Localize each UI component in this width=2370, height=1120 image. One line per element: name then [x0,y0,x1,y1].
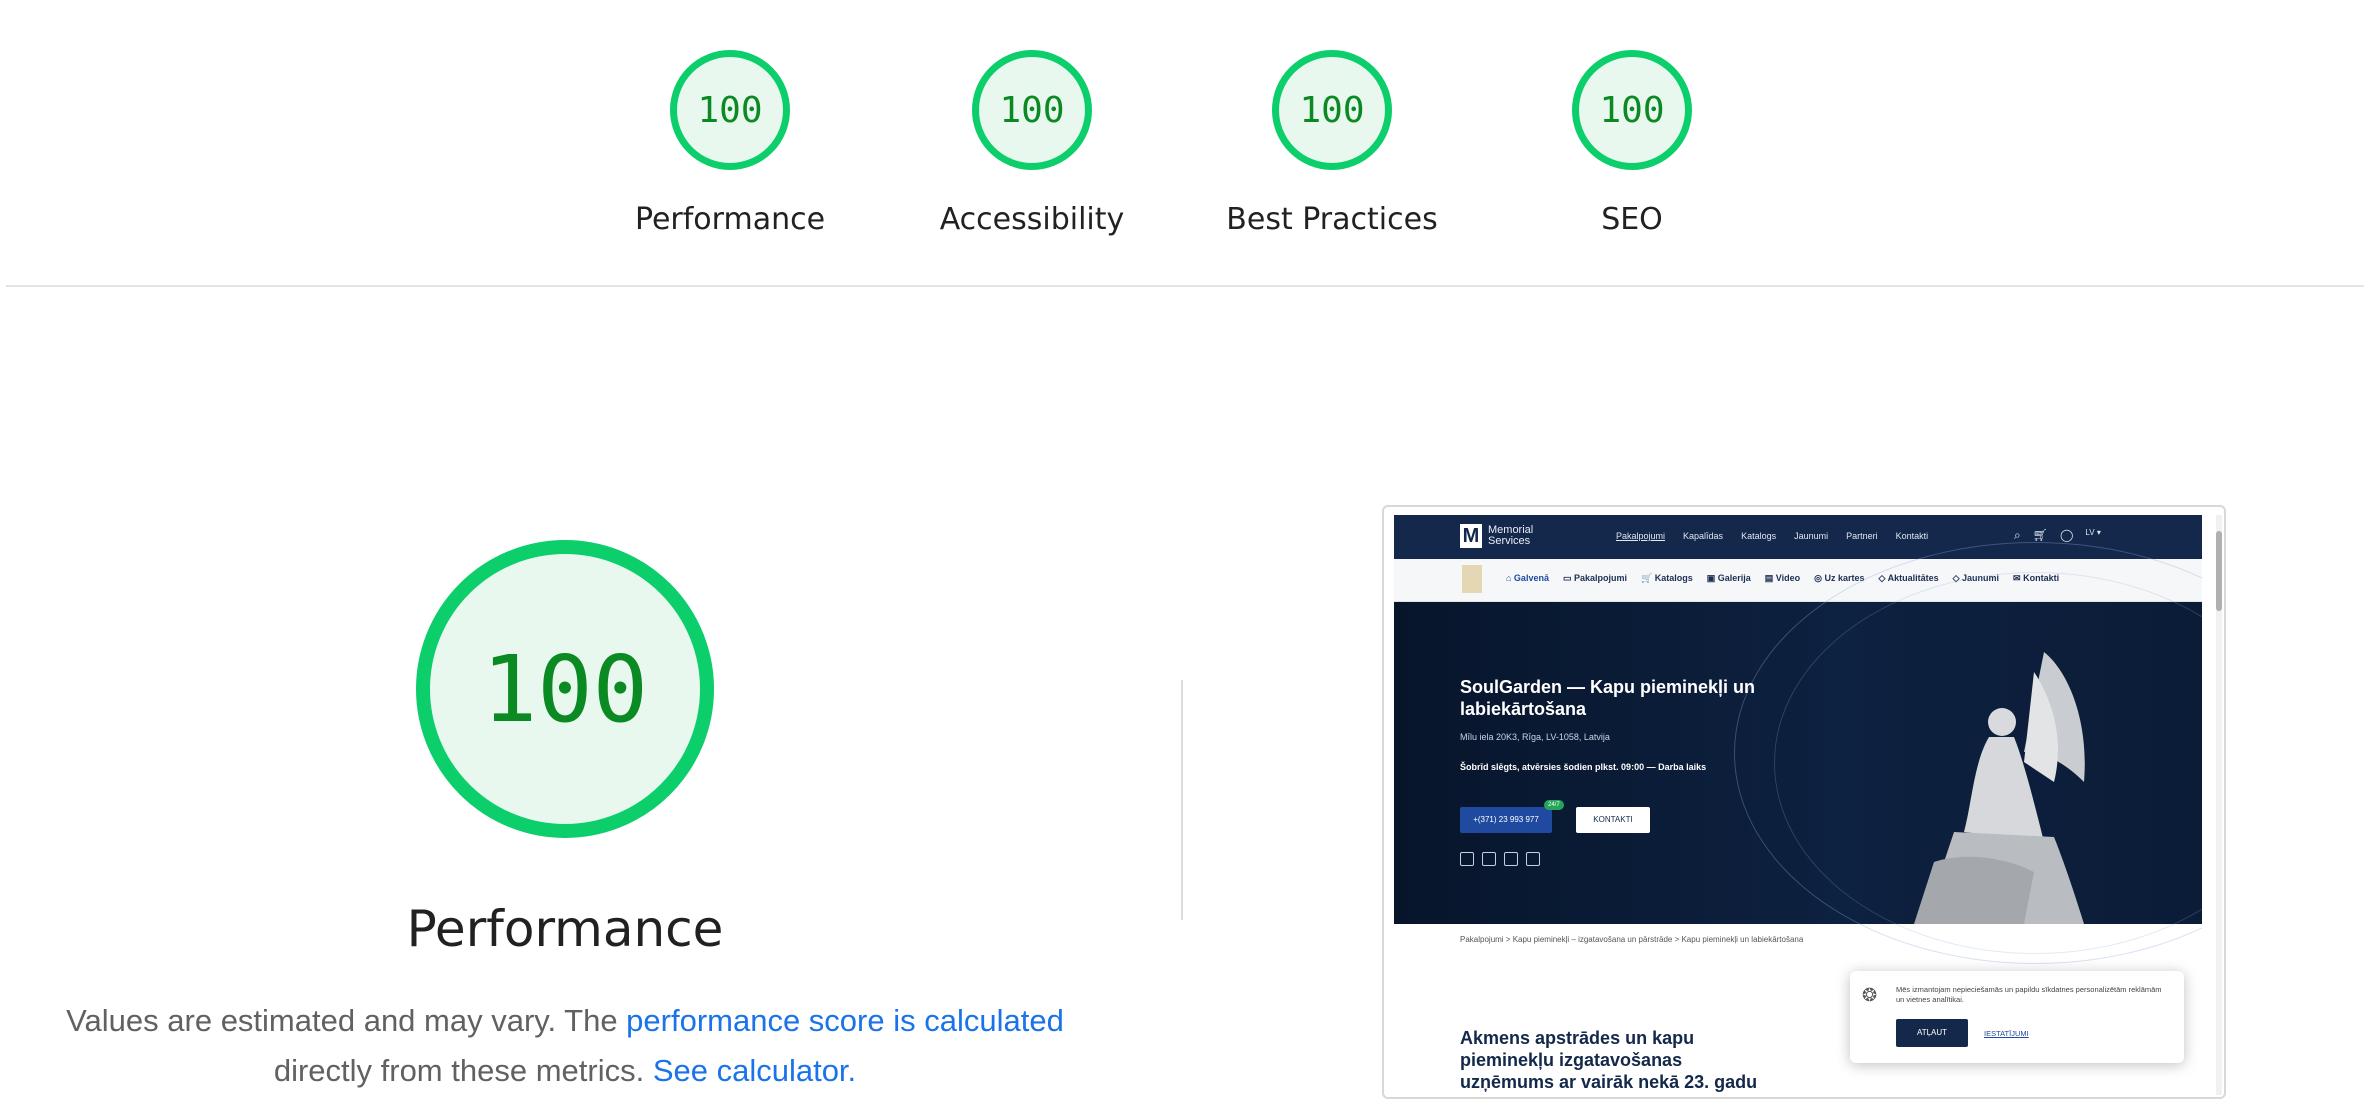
hero-address: Mīlu iela 20K3, Rīga, LV-1058, Latvija [1460,732,1610,742]
social-icon [1526,852,1540,866]
sub-nav-item: ▣ Galerija [1706,573,1751,583]
nav-item: Jaunumi [1794,531,1829,541]
sub-nav-item: ⌂ Galvenā [1506,573,1549,583]
site-top-nav: Pakalpojumi Kapalīdas Katalogs Jaunumi P… [1616,531,1928,541]
nav-item: Kontakti [1895,531,1929,541]
cookie-settings-link: IESTATĪJUMI [1984,1029,2029,1038]
performance-score-link[interactable]: performance score is calculated [626,1003,1064,1038]
phone-button: +(371) 23 993 977 [1460,807,1552,833]
phone-badge: 24/7 [1544,800,1564,810]
angel-statue-image [1914,652,2085,924]
description-text: directly from these metrics. [273,1053,653,1088]
category-label[interactable]: Accessibility [902,202,1162,237]
logo-line: Services [1488,535,1531,547]
hero-title: SoulGarden — Kapu pieminekļi un labiekār… [1460,677,1756,719]
performance-gauge: 100 [416,540,714,838]
hero-banner: SoulGarden — Kapu pieminekļi un labiekār… [1394,542,2202,964]
performance-title: Performance [406,900,724,958]
page-preview: M Memorial Services Pakalpojumi Kapalīda… [1394,515,2202,1095]
sub-nav-item: ▭ Pakalpojumi [1562,573,1627,583]
nav-item: Pakalpojumi [1616,531,1666,541]
cookie-banner: ❂ Mēs izmantojam nepieciešamās un papild… [1850,971,2184,1063]
see-calculator-link[interactable]: See calculator. [653,1053,856,1088]
sub-nav-item: ▤ Video [1764,573,1801,583]
preview-scrollbar [2216,515,2222,1095]
score-value: 100 [999,89,1065,131]
sub-nav-logo [1462,565,1482,593]
category-label[interactable]: Performance [600,202,860,237]
cookie-icon: ❂ [1862,985,1878,1005]
cookie-text: Mēs izmantojam nepieciešamās un papildu … [1896,985,2162,1004]
hero-hours: Šobrīd slēgts, atvērsies šodien plkst. 0… [1460,762,1707,772]
section-divider [1181,680,1183,920]
score-value: 100 [697,89,763,131]
category-gauge-performance[interactable]: 100 [670,50,790,170]
social-icon [1482,852,1496,866]
category-label[interactable]: SEO [1502,202,1762,237]
breadcrumb: Pakalpojumi > Kapu pieminekļi – izgatavo… [1460,935,1804,944]
language-selector: LV ▾ [2085,528,2101,537]
header-divider [6,285,2364,287]
search-icon: ⌕ [2014,528,2021,542]
social-icons [1460,852,1540,866]
scrollbar-thumb [2216,531,2222,611]
logo-mark: M [1460,524,1482,548]
category-gauge-best-practices[interactable]: 100 [1272,50,1392,170]
nav-item: Partneri [1846,531,1878,541]
cart-icon: 🛒︎ [2032,528,2048,542]
category-label[interactable]: Best Practices [1202,202,1462,237]
category-gauge-accessibility[interactable]: 100 [972,50,1092,170]
site-logo: M Memorial Services [1460,524,1533,548]
score-value: 100 [1599,89,1665,131]
cookie-allow-button: ATĻAUT [1896,1019,1968,1047]
site-top-icons: ⌕ 🛒︎ ◯ LV ▾ [2014,528,2101,543]
final-screenshot[interactable]: M Memorial Services Pakalpojumi Kapalīda… [1382,505,2226,1099]
score-value: 100 [1299,89,1365,131]
section-heading: Akmens apstrādes un kapu pieminekļu izga… [1460,1028,1758,1092]
description-text: Values are estimated and may vary. The [66,1003,627,1038]
nav-item: Katalogs [1741,531,1777,541]
user-icon: ◯ [2059,528,2074,542]
social-icon [1460,852,1474,866]
nav-item: Kapalīdas [1683,531,1724,541]
contact-button: KONTAKTI [1576,807,1650,833]
performance-score: 100 [481,635,649,743]
sub-nav-item: 🛒 Katalogs [1641,573,1693,583]
performance-description: Values are estimated and may vary. The p… [60,996,1070,1096]
social-icon [1504,852,1518,866]
category-gauge-seo[interactable]: 100 [1572,50,1692,170]
logo-text: Memorial Services [1488,525,1533,547]
